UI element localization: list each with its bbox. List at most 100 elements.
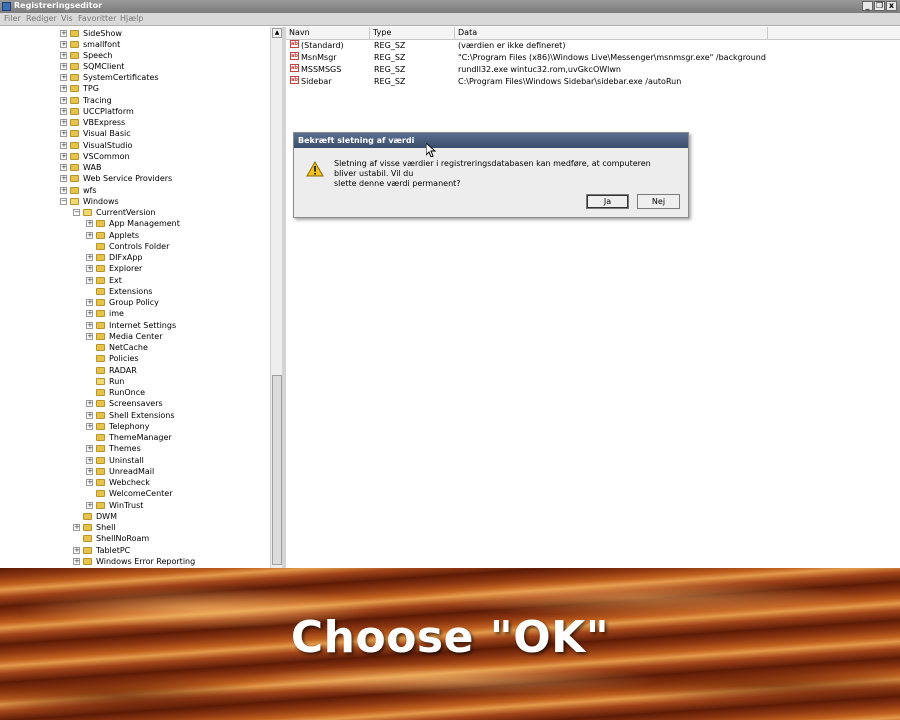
expand-icon[interactable]: +: [73, 524, 80, 531]
menu-view[interactable]: Vis: [61, 14, 73, 23]
tree-item-difxapp[interactable]: + DIFxApp: [86, 252, 142, 263]
tree-item-ime[interactable]: + ime: [86, 308, 124, 319]
tree-item-extensions[interactable]: Extensions: [86, 286, 152, 297]
tree-item-tpg[interactable]: + TPG: [60, 83, 99, 94]
tree-item-visual-basic[interactable]: + Visual Basic: [60, 128, 131, 139]
expand-icon[interactable]: +: [60, 108, 67, 115]
tree-item-windows[interactable]: − Windows: [60, 196, 119, 207]
tree-item-sideshow[interactable]: + SideShow: [60, 28, 122, 39]
tree-item-web-service-providers[interactable]: + Web Service Providers: [60, 173, 172, 184]
no-button[interactable]: Nej: [637, 194, 680, 209]
expand-icon[interactable]: +: [86, 299, 93, 306]
tree-item-sqmclient[interactable]: + SQMClient: [60, 61, 124, 72]
scroll-thumb[interactable]: [272, 375, 282, 565]
menu-edit[interactable]: Rediger: [26, 14, 57, 23]
list-row[interactable]: ab Sidebar REG_SZ C:\Program Files\Windo…: [286, 76, 900, 88]
expand-icon[interactable]: +: [60, 142, 67, 149]
expand-icon[interactable]: +: [60, 175, 67, 182]
tree-item-runonce[interactable]: RunOnce: [86, 387, 145, 398]
tree-item-systemcertificates[interactable]: + SystemCertificates: [60, 72, 159, 83]
tree-item-vscommon[interactable]: + VSCommon: [60, 151, 130, 162]
collapse-icon[interactable]: −: [60, 198, 67, 205]
collapse-icon[interactable]: −: [73, 209, 80, 216]
tree-item-uninstall[interactable]: + Uninstall: [86, 455, 144, 466]
tree-item-thememanager[interactable]: ThemeManager: [86, 432, 172, 443]
tree-item-app-management[interactable]: + App Management: [86, 218, 180, 229]
tree-item-welcomecenter[interactable]: WelcomeCenter: [86, 488, 173, 499]
menu-help[interactable]: Hjælp: [120, 14, 143, 23]
tree-item-shell-extensions[interactable]: + Shell Extensions: [86, 410, 175, 421]
expand-icon[interactable]: +: [73, 547, 80, 554]
tree-item-wintrust[interactable]: + WinTrust: [86, 500, 143, 511]
expand-icon[interactable]: +: [86, 333, 93, 340]
tree-item-visualstudio[interactable]: + VisualStudio: [60, 140, 132, 151]
tree-item-uccplatform[interactable]: + UCCPlatform: [60, 106, 134, 117]
tree-item-controls-folder[interactable]: Controls Folder: [86, 241, 169, 252]
tree-item-explorer[interactable]: + Explorer: [86, 263, 142, 274]
tree-item-ext[interactable]: + Ext: [86, 275, 122, 286]
tree-item-internet-settings[interactable]: + Internet Settings: [86, 320, 176, 331]
yes-button[interactable]: Ja: [586, 194, 629, 209]
tree-item-windows-error-reporting[interactable]: + Windows Error Reporting: [73, 556, 195, 567]
expand-icon[interactable]: +: [86, 457, 93, 464]
column-type[interactable]: Type: [370, 27, 455, 39]
tree-item-tracing[interactable]: + Tracing: [60, 95, 112, 106]
expand-icon[interactable]: +: [60, 41, 67, 48]
tree-item-currentversion[interactable]: − CurrentVersion: [73, 207, 155, 218]
expand-icon[interactable]: +: [86, 277, 93, 284]
tree-item-radar[interactable]: RADAR: [86, 365, 137, 376]
expand-icon[interactable]: +: [86, 254, 93, 261]
tree-item-speech[interactable]: + Speech: [60, 50, 112, 61]
tree-item-applets[interactable]: + Applets: [86, 230, 139, 241]
expand-icon[interactable]: +: [60, 119, 67, 126]
list-row[interactable]: ab (Standard) REG_SZ (værdien er ikke de…: [286, 40, 900, 52]
expand-icon[interactable]: +: [86, 502, 93, 509]
tree-item-run[interactable]: Run: [86, 376, 124, 387]
expand-icon[interactable]: +: [86, 468, 93, 475]
column-data[interactable]: Data: [455, 27, 768, 39]
tree-item-telephony[interactable]: + Telephony: [86, 421, 149, 432]
expand-icon[interactable]: +: [60, 85, 67, 92]
expand-icon[interactable]: +: [86, 232, 93, 239]
expand-icon[interactable]: +: [60, 153, 67, 160]
column-name[interactable]: Navn: [286, 27, 370, 39]
tree-item-dwm[interactable]: DWM: [73, 511, 117, 522]
tree-item-wab[interactable]: + WAB: [60, 162, 101, 173]
tree-item-screensavers[interactable]: + Screensavers: [86, 398, 163, 409]
tree-item-tabletpc[interactable]: + TabletPC: [73, 545, 130, 556]
tree-item-smallfont[interactable]: + smallfont: [60, 39, 120, 50]
menu-file[interactable]: Filer: [4, 14, 21, 23]
tree-item-group-policy[interactable]: + Group Policy: [86, 297, 159, 308]
expand-icon[interactable]: +: [60, 164, 67, 171]
tree-item-shell[interactable]: + Shell: [73, 522, 116, 533]
tree-item-themes[interactable]: + Themes: [86, 443, 141, 454]
tree-item-unreadmail[interactable]: + UnreadMail: [86, 466, 154, 477]
expand-icon[interactable]: +: [86, 445, 93, 452]
expand-icon[interactable]: +: [86, 479, 93, 486]
expand-icon[interactable]: +: [60, 97, 67, 104]
expand-icon[interactable]: +: [86, 265, 93, 272]
expand-icon[interactable]: +: [60, 74, 67, 81]
expand-icon[interactable]: +: [60, 187, 67, 194]
tree-item-netcache[interactable]: NetCache: [86, 342, 148, 353]
tree-item-media-center[interactable]: + Media Center: [86, 331, 163, 342]
expand-icon[interactable]: +: [86, 412, 93, 419]
expand-icon[interactable]: +: [86, 220, 93, 227]
expand-icon[interactable]: +: [86, 310, 93, 317]
close-button[interactable]: x: [886, 1, 897, 11]
expand-icon[interactable]: +: [86, 423, 93, 430]
expand-icon[interactable]: +: [73, 558, 80, 565]
scroll-up-arrow-icon[interactable]: ▲: [272, 28, 282, 38]
minimize-button[interactable]: _: [862, 1, 873, 11]
list-row[interactable]: ab MSSMSGS REG_SZ rundll32.exe wintuc32.…: [286, 64, 900, 76]
expand-icon[interactable]: +: [60, 30, 67, 37]
expand-icon[interactable]: +: [60, 63, 67, 70]
tree-item-shellnoroam[interactable]: ShellNoRoam: [73, 533, 149, 544]
menu-favorites[interactable]: Favoritter: [78, 14, 116, 23]
list-row[interactable]: ab MsnMsgr REG_SZ "C:\Program Files (x86…: [286, 52, 900, 64]
expand-icon[interactable]: +: [86, 322, 93, 329]
expand-icon[interactable]: +: [60, 130, 67, 137]
tree-item-policies[interactable]: Policies: [86, 353, 139, 364]
tree-item-vbexpress[interactable]: + VBExpress: [60, 117, 125, 128]
maximize-button[interactable]: ❐: [874, 1, 885, 11]
